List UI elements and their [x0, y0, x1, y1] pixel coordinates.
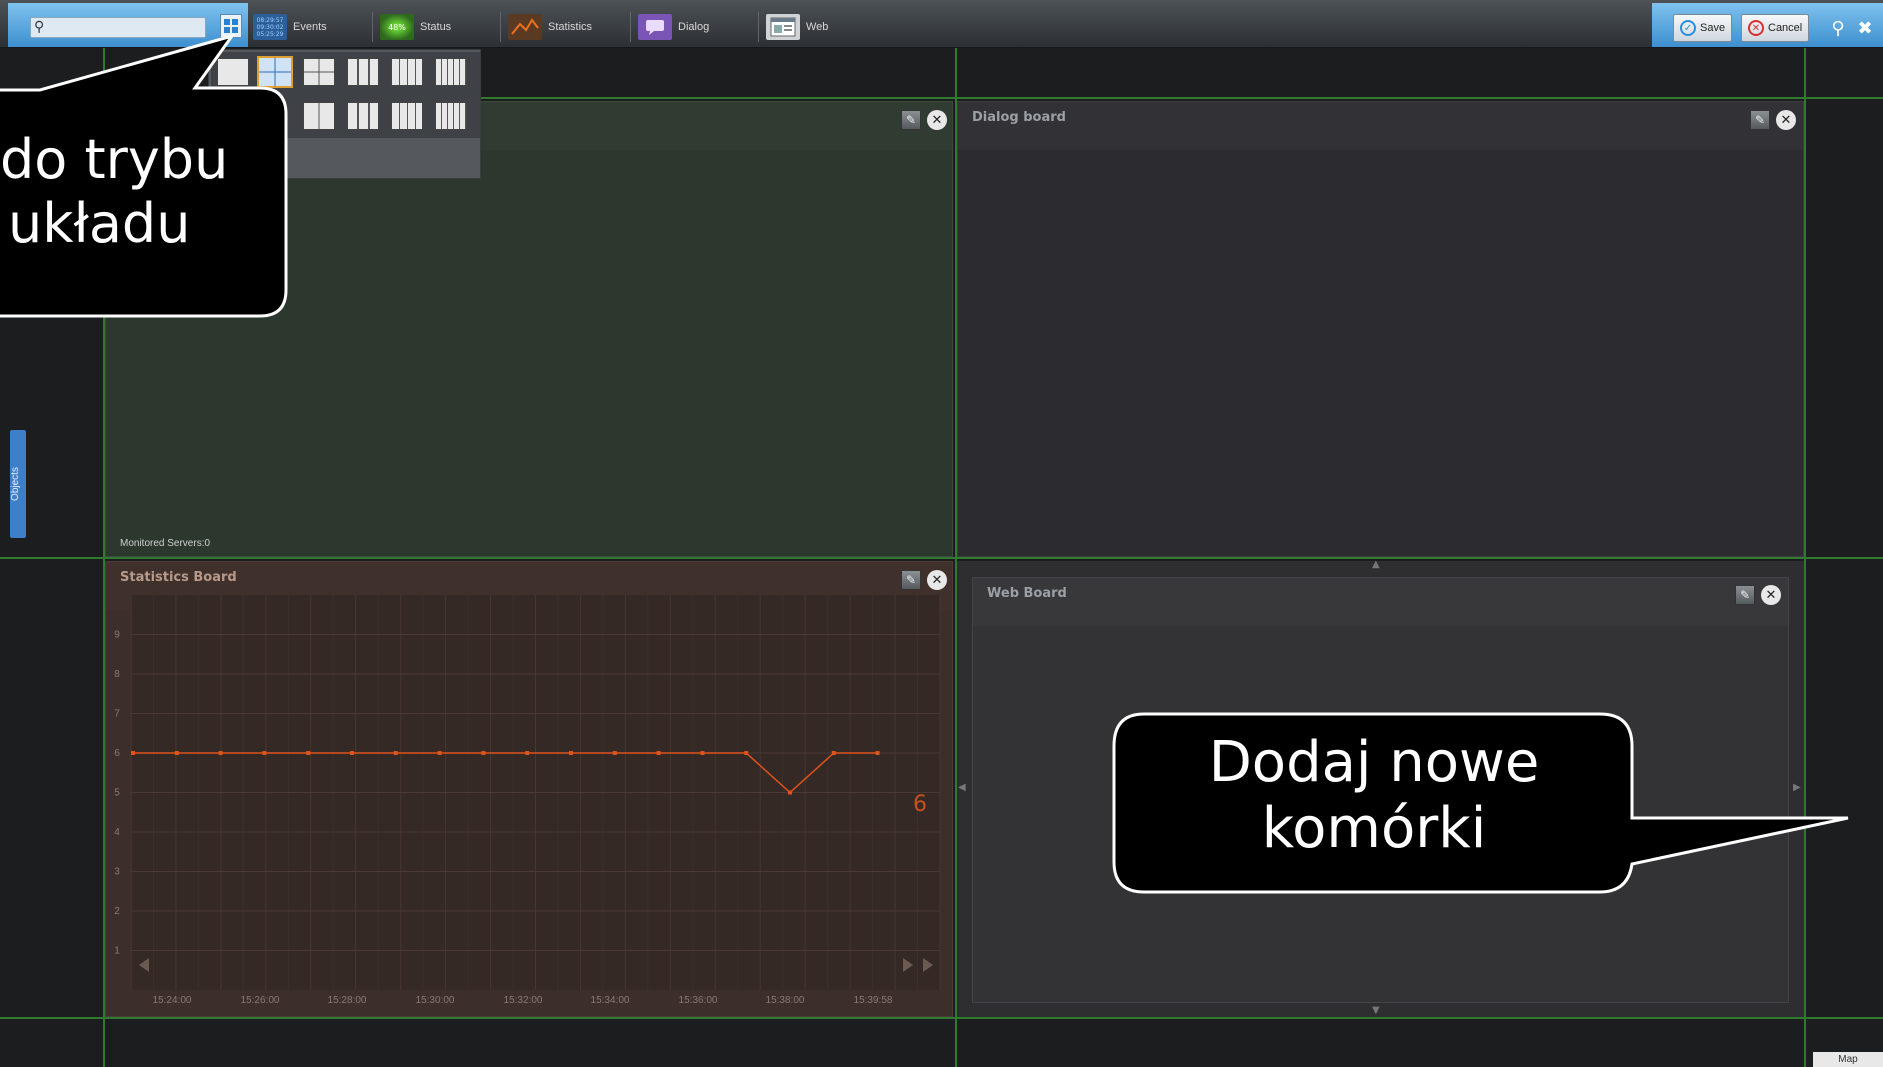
edit-icon[interactable]: ✎	[901, 570, 921, 590]
status-icon: 48%	[380, 14, 414, 40]
data-point	[700, 751, 705, 755]
close-icon[interactable]: ✕	[1776, 110, 1796, 130]
edit-icon[interactable]: ✎	[1735, 585, 1755, 605]
layout-option-3x2[interactable]	[347, 102, 379, 130]
callout-line: komórki	[1261, 796, 1487, 862]
toolbar-item-dialog[interactable]: Dialog	[638, 12, 709, 42]
save-label: Save	[1700, 22, 1726, 34]
grid-line	[0, 557, 1883, 559]
expand-down-arrow[interactable]: ▼	[1372, 1005, 1380, 1016]
expand-left-arrow[interactable]: ◀	[958, 782, 966, 793]
cancel-button[interactable]: ✕ Cancel	[1741, 14, 1810, 42]
toolbar-separator	[500, 12, 501, 42]
board-title: Statistics Board	[120, 570, 237, 585]
board-title: Dialog board	[972, 110, 1066, 125]
callout-add-cells-text: Dodaj nowe komórki	[1114, 730, 1634, 862]
tools-icon[interactable]: ✖	[1853, 14, 1877, 42]
layout-option-2x1[interactable]	[303, 102, 335, 130]
callout-layout-mode-text: do trybu układu	[0, 128, 250, 255]
x-tick-label: 15:39:58	[854, 995, 893, 1006]
board-header: Dialog board	[958, 102, 1803, 150]
data-point	[393, 751, 398, 755]
objects-tab-label: Objects	[10, 467, 21, 501]
data-point	[262, 751, 267, 755]
x-tick-label: 15:34:00	[591, 995, 630, 1006]
data-point	[831, 751, 836, 755]
dialog-icon	[638, 14, 672, 40]
y-tick-label: 2	[114, 906, 120, 917]
toolbar-item-label: Dialog	[678, 21, 710, 33]
grid-line	[0, 1017, 1883, 1019]
map-tab[interactable]: Map	[1813, 1052, 1883, 1067]
data-point	[656, 751, 661, 755]
layout-option-5x5[interactable]	[435, 58, 467, 86]
layout-option-3x3[interactable]	[347, 58, 379, 86]
toolbar-separator	[630, 12, 631, 42]
data-point	[525, 751, 530, 755]
expand-up-arrow[interactable]: ▲	[1372, 559, 1380, 570]
toolbar-item-label: Status	[420, 21, 452, 33]
callout-line: układu	[8, 191, 191, 255]
layout-option-2x2[interactable]	[303, 58, 335, 86]
board-header: Web Board	[973, 578, 1788, 626]
x-tick-label: 15:38:00	[766, 995, 805, 1006]
dialog-board: Dialog board ✎ ✕	[957, 101, 1804, 557]
data-point	[744, 751, 749, 755]
save-button[interactable]: ✓ Save	[1673, 14, 1733, 42]
y-tick-label: 7	[114, 709, 120, 720]
toolbar-item-status[interactable]: 48% Status	[380, 12, 451, 42]
y-tick-label: 5	[114, 788, 120, 799]
board-title: Web Board	[987, 586, 1067, 601]
callout-line: Dodaj nowe	[1208, 730, 1540, 795]
layout-option-5x4[interactable]	[435, 102, 467, 130]
edit-icon[interactable]: ✎	[1750, 110, 1770, 130]
x-tick-label: 15:28:00	[328, 995, 367, 1006]
statistics-icon	[508, 14, 542, 40]
toolbar-item-label: Statistics	[548, 21, 593, 33]
statistics-chart: 1 2 3 4 5 6 7 8 9 6 15:24:00 15:26:00 15:28:00 15:30:…	[114, 595, 941, 1006]
monitored-servers-label: Monitored Servers:0	[120, 538, 211, 549]
callout-line: do trybu	[0, 128, 229, 191]
layout-option-4x3[interactable]	[391, 102, 423, 130]
cancel-label: Cancel	[1768, 22, 1803, 34]
y-tick-label: 1	[114, 946, 120, 957]
data-point	[131, 751, 135, 755]
data-point	[174, 751, 179, 755]
data-point	[218, 751, 223, 755]
toolbar-separator	[758, 12, 759, 42]
cancel-icon: ✕	[1748, 20, 1764, 36]
data-point	[350, 751, 354, 755]
x-tick-label: 15:24:00	[153, 995, 192, 1006]
x-tick-label: 15:36:00	[679, 995, 718, 1006]
edit-icon[interactable]: ✎	[901, 110, 921, 130]
layout-option-4x4[interactable]	[391, 58, 423, 86]
close-icon[interactable]: ✕	[927, 110, 947, 130]
data-point	[875, 751, 880, 755]
magnifier-icon[interactable]: ⚲	[1826, 14, 1850, 42]
x-tick-label: 15:30:00	[416, 995, 455, 1006]
toolbar-item-statistics[interactable]: Statistics	[508, 12, 592, 42]
toolbar-separator	[372, 12, 373, 42]
data-point	[788, 790, 792, 795]
y-tick-label: 6	[114, 748, 120, 759]
checkmark-icon: ✓	[1680, 20, 1696, 36]
grid-line	[1804, 48, 1806, 1067]
y-tick-label: 4	[114, 827, 120, 838]
x-tick-label: 15:32:00	[504, 995, 543, 1006]
toolbar-item-label: Web	[806, 21, 829, 33]
y-tick-label: 3	[114, 867, 120, 878]
data-point	[612, 751, 617, 755]
current-value-label: 6	[913, 792, 927, 817]
data-point	[481, 751, 486, 755]
data-point	[437, 751, 442, 755]
data-point	[306, 751, 311, 755]
data-point	[569, 751, 573, 755]
web-icon	[766, 14, 800, 40]
toolbar-item-web[interactable]: Web	[766, 12, 828, 42]
y-tick-label: 8	[114, 669, 120, 680]
close-icon[interactable]: ✕	[927, 570, 947, 590]
close-icon[interactable]: ✕	[1761, 585, 1781, 605]
y-tick-label: 9	[114, 630, 120, 641]
x-tick-label: 15:26:00	[241, 995, 280, 1006]
